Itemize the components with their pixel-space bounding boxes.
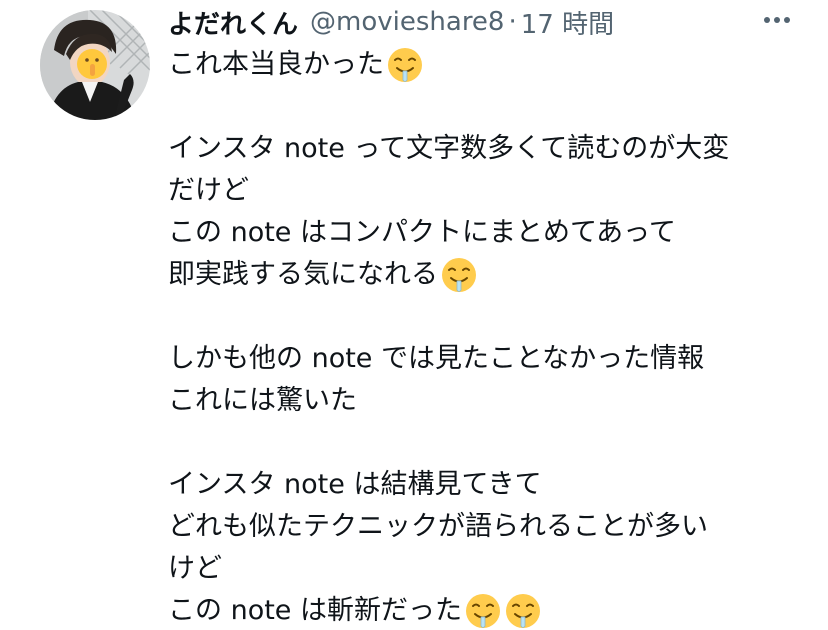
tweet-line-text: けど [168, 553, 222, 584]
tweet-line: これには驚いた [168, 380, 788, 422]
tweet-line: インスタ note って文字数多くて読むのが大変 [168, 128, 788, 170]
more-horizontal-icon [764, 17, 790, 23]
tweet-text: これ本当良かった インスタ note って文字数多くて読むのが大変 だけど この… [168, 44, 788, 630]
separator-dot: · [508, 7, 517, 37]
tweet-line: けど [168, 548, 788, 590]
tweet-line-text: これには驚いた [168, 385, 357, 416]
timestamp[interactable]: 17 時間 [521, 4, 614, 41]
tweet-line: どれも似たテクニックが語られることが多い [168, 506, 788, 548]
tweet-line-text: インスタ note は結構見てきて [168, 469, 542, 500]
tweet-line: これ本当良かった [168, 44, 788, 86]
tweet-line-text: だけど [168, 175, 249, 206]
tweet-line: 即実践する気になれる [168, 254, 788, 296]
more-options-button[interactable] [757, 6, 797, 34]
tweet-line-text: この note はコンパクトにまとめてあって [168, 217, 676, 248]
tweet-line: インスタ note は結構見てきて [168, 464, 788, 506]
tweet-line-text: どれも似たテクニックが語られることが多い [168, 511, 708, 542]
display-name[interactable]: よだれくん [168, 4, 298, 41]
tweet-line-text: これ本当良かった [168, 49, 384, 80]
drooling-face-emoji [464, 592, 502, 630]
tweet-line: しかも他の note では見たことなかった情報 [168, 338, 788, 380]
avatar[interactable] [40, 10, 150, 120]
tweet-line: この note はコンパクトにまとめてあって [168, 212, 788, 254]
tweet-line-text: インスタ note って文字数多くて読むのが大変 [168, 133, 730, 164]
tweet-line: だけど [168, 170, 788, 212]
tweet-line-text: この note は斬新だった [168, 595, 462, 626]
tweet-line-text: 即実践する気になれる [168, 259, 438, 290]
drooling-face-emoji [440, 256, 478, 294]
user-handle[interactable]: @movieshare8 [310, 7, 504, 37]
avatar-photo [40, 10, 150, 120]
tweet-line: この note は斬新だった [168, 590, 788, 630]
tweet[interactable]: よだれくん @movieshare8 · 17 時間 これ本当良かった インスタ… [0, 0, 828, 630]
tweet-header: よだれくん @movieshare8 · 17 時間 [168, 4, 614, 40]
tweet-line-text: しかも他の note では見たことなかった情報 [168, 343, 705, 374]
drooling-face-emoji [386, 46, 424, 84]
drooling-face-emoji [504, 592, 542, 630]
